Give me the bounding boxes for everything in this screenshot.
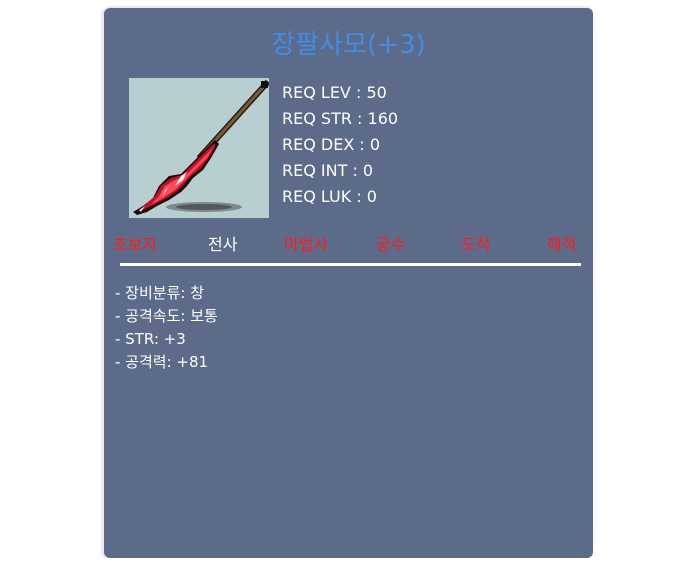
spear-icon: [129, 78, 269, 218]
job-warrior: 전사: [208, 235, 238, 254]
job-pirate: 해적: [547, 235, 577, 254]
req-int: REQ INT : 0: [282, 161, 374, 180]
item-name: 장팔사모(+3): [271, 30, 426, 60]
stat-attack-speed: - 공격속도: 보통: [115, 307, 218, 325]
item-stats: - 장비분류: 창 - 공격속도: 보통 - STR: +3 - 공격력: +8…: [115, 282, 218, 374]
job-list: 초보자 전사 마법사 궁수 도적 해적: [104, 232, 593, 258]
stat-attack: - 공격력: +81: [115, 353, 209, 371]
requirements-list: REQ LEV : 50 REQ STR : 160 REQ DEX : 0 R…: [282, 80, 482, 210]
job-beginner: 초보자: [113, 235, 158, 254]
item-tooltip: 장팔사모(+3) REQ LEV : 50 REQ STR : 160 REQ …: [104, 8, 593, 558]
stat-category: - 장비분류: 창: [115, 284, 205, 302]
req-str: REQ STR : 160: [282, 109, 399, 128]
job-thief: 도적: [461, 235, 491, 254]
req-dex: REQ DEX : 0: [282, 135, 381, 154]
job-magician: 마법사: [284, 235, 329, 254]
divider: [120, 263, 581, 266]
stat-str: - STR: +3: [115, 330, 186, 348]
job-bowman: 궁수: [376, 235, 406, 254]
req-level: REQ LEV : 50: [282, 83, 387, 102]
req-luk: REQ LUK : 0: [282, 187, 377, 206]
